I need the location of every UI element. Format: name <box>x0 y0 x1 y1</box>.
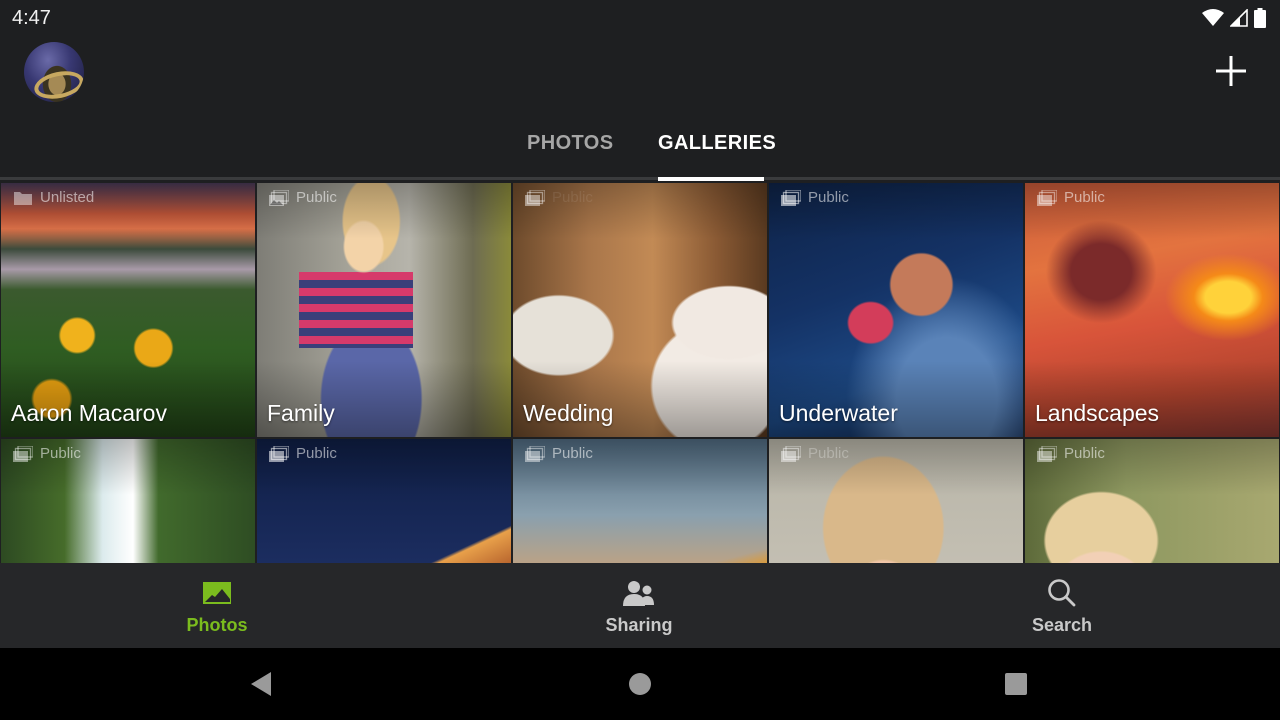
nav-item-sharing[interactable]: Sharing <box>569 563 709 648</box>
visibility-badge: Public <box>269 189 337 206</box>
visibility-badge: Public <box>525 189 593 206</box>
visibility-label: Public <box>552 189 593 206</box>
tile-shade <box>1 183 255 437</box>
avatar[interactable] <box>24 42 84 102</box>
visibility-badge: Public <box>781 445 849 462</box>
tile-shade <box>1025 183 1279 437</box>
gallery-tile[interactable]: Public <box>1025 439 1279 563</box>
gallery-tile[interactable]: Public <box>1 439 255 563</box>
visibility-badge: Public <box>525 445 593 462</box>
gallery-icon <box>1037 445 1057 462</box>
nav-label: Sharing <box>605 615 673 635</box>
gallery-tile[interactable]: Public Wedding <box>513 183 767 437</box>
gallery-title: Underwater <box>779 400 898 426</box>
system-navigation-bar <box>0 648 1280 720</box>
visibility-label: Public <box>808 189 849 206</box>
cellular-signal-icon <box>1230 9 1248 27</box>
search-icon <box>1048 579 1076 607</box>
battery-icon <box>1254 8 1266 28</box>
visibility-label: Public <box>296 189 337 206</box>
visibility-label: Public <box>40 445 81 462</box>
nav-label: Photos <box>186 615 248 635</box>
nav-item-photos[interactable]: Photos <box>147 563 287 648</box>
status-icons <box>1202 8 1266 28</box>
gallery-title: Landscapes <box>1035 400 1160 426</box>
tab-galleries[interactable]: GALLERIES <box>658 132 776 155</box>
people-icon <box>623 581 654 606</box>
visibility-badge: Public <box>1037 445 1105 462</box>
gallery-icon <box>525 189 545 206</box>
gallery-tile[interactable]: Public <box>769 439 1023 563</box>
visibility-label: Public <box>296 445 337 462</box>
gallery-tile[interactable]: Public Family <box>257 183 511 437</box>
tab-bar: PHOTOS GALLERIES <box>0 120 1280 181</box>
gallery-icon <box>781 445 801 462</box>
recents-button[interactable] <box>1004 672 1028 696</box>
back-button[interactable] <box>249 670 273 698</box>
tile-shade <box>769 183 1023 437</box>
gallery-tile[interactable]: Public Landscapes <box>1025 183 1279 437</box>
visibility-badge: Public <box>269 445 337 462</box>
gallery-tile[interactable]: Public Underwater <box>769 183 1023 437</box>
gallery-tile[interactable]: Public <box>257 439 511 563</box>
visibility-label: Public <box>808 445 849 462</box>
landscape-photo-icon <box>203 582 231 604</box>
tile-shade <box>513 183 767 437</box>
visibility-label: Unlisted <box>40 189 95 206</box>
app-bar <box>0 36 1280 120</box>
status-time: 4:47 <box>12 7 51 29</box>
folder-icon <box>14 191 32 205</box>
gallery-title: Wedding <box>523 400 614 426</box>
gallery-title: Family <box>267 400 335 426</box>
home-button[interactable] <box>628 672 652 696</box>
visibility-badge: Public <box>1037 189 1105 206</box>
gallery-icon <box>1037 189 1057 206</box>
active-tab-indicator <box>658 177 764 181</box>
visibility-badge: Public <box>13 445 81 462</box>
bottom-navigation: Photos Sharing Search <box>0 563 1280 648</box>
tile-shade <box>257 183 511 437</box>
visibility-label: Public <box>1064 445 1105 462</box>
gallery-icon <box>269 189 289 206</box>
visibility-badge: Unlisted <box>13 189 94 206</box>
gallery-grid[interactable]: Unlisted Aaron Macarov Public Family Pub… <box>0 183 1280 563</box>
gallery-icon <box>525 445 545 462</box>
nav-item-search[interactable]: Search <box>992 563 1132 648</box>
gallery-icon <box>269 445 289 462</box>
plus-icon[interactable] <box>1214 54 1248 88</box>
status-bar: 4:47 <box>0 0 1280 36</box>
gallery-tile[interactable]: Public <box>513 439 767 563</box>
gallery-icon <box>781 189 801 206</box>
tab-photos[interactable]: PHOTOS <box>527 132 614 155</box>
visibility-badge: Public <box>781 189 849 206</box>
visibility-label: Public <box>552 445 593 462</box>
nav-label: Search <box>1031 615 1093 635</box>
gallery-title: Aaron Macarov <box>11 400 167 426</box>
wifi-icon <box>1202 9 1224 26</box>
visibility-label: Public <box>1064 189 1105 206</box>
gallery-icon <box>13 445 33 462</box>
gallery-tile[interactable]: Unlisted Aaron Macarov <box>1 183 255 437</box>
